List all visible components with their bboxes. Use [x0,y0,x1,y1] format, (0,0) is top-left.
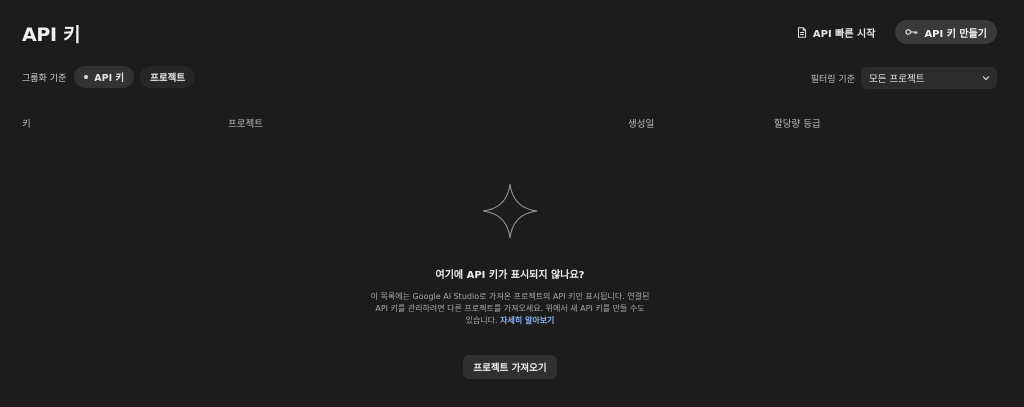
page-title: API 키 [22,24,81,46]
empty-state: 여기에 API 키가 표시되지 않나요? 이 목록에는 Google AI St… [362,182,658,379]
project-filter-value: 모든 프로젝트 [869,74,925,85]
group-by-project-chip[interactable]: 프로젝트 [140,66,196,88]
sparkle-icon [481,182,539,240]
empty-state-description-text: 있습니다. [465,316,498,325]
column-header-created[interactable]: 생성일 [628,116,654,130]
api-keys-page: API 키 API 빠른 시작 API 키 만들기 그룹화 기준 API 키 프… [0,0,1024,407]
project-filter-select[interactable]: 모든 프로젝트 [861,67,997,89]
empty-state-description-line: API 키를 관리하려면 다른 프로젝트를 가져오세요. 위에서 새 API 키… [375,304,645,313]
create-api-key-label: API 키 만들기 [924,28,987,40]
column-header-quota-tier[interactable]: 할당량 등급 [774,116,821,130]
create-api-key-button[interactable]: API 키 만들기 [895,20,997,44]
group-by-api-key-label: API 키 [94,73,125,84]
group-by-label: 그룹화 기준 [22,73,67,84]
empty-state-description-line: 있습니다. 자세히 알아보기 [362,315,658,327]
column-header-key[interactable]: 키 [22,116,31,130]
selected-dot-icon [84,75,89,79]
page-header: API 키 API 빠른 시작 API 키 만들기 [22,20,997,48]
api-quickstart-label: API 빠른 시작 [812,28,876,40]
header-actions: API 빠른 시작 API 키 만들기 [787,20,997,44]
empty-state-description-line: 이 목록에는 Google AI Studio로 가져온 프로젝트의 API 키… [370,292,650,301]
api-quickstart-button[interactable]: API 빠른 시작 [787,20,886,44]
import-project-button[interactable]: 프로젝트 가져오기 [463,355,557,379]
document-icon [797,26,807,38]
filter-label: 필터링 기준 [810,74,855,85]
learn-more-link[interactable]: 자세히 알아보기 [500,316,554,325]
filter-row: 필터링 기준 모든 프로젝트 [811,67,997,89]
column-header-project[interactable]: 프로젝트 [228,116,263,130]
key-icon [905,28,918,36]
group-by-toggle: 그룹화 기준 API 키 프로젝트 [22,66,196,88]
table-header: 키 프로젝트 생성일 할당량 등급 [22,116,1002,130]
chevron-down-icon [981,73,991,86]
empty-state-title: 여기에 API 키가 표시되지 않나요? [435,270,585,281]
group-by-project-label: 프로젝트 [150,73,186,84]
group-by-api-key-chip[interactable]: API 키 [74,66,135,88]
empty-state-description: 이 목록에는 Google AI Studio로 가져온 프로젝트의 API 키… [362,291,658,327]
